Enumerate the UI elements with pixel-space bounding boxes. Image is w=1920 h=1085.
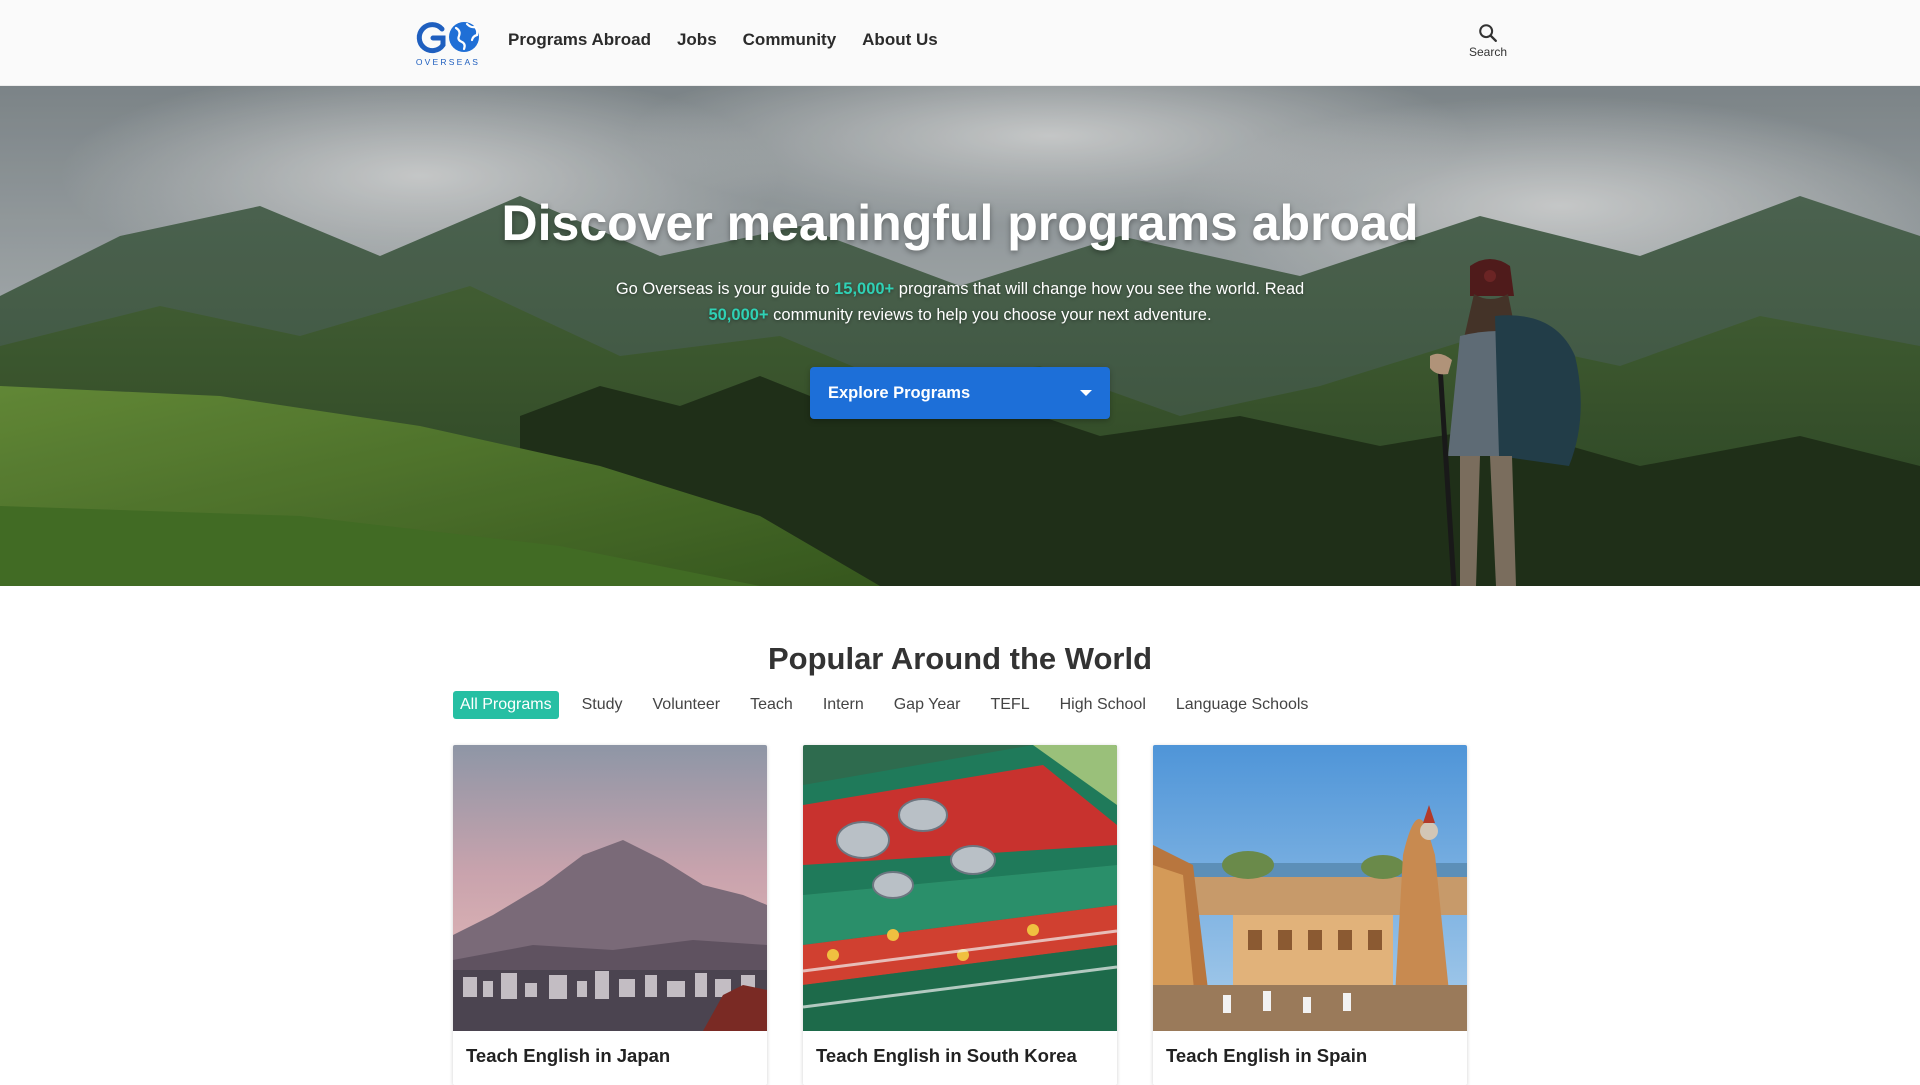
site-header: OVERSEAS Programs Abroad Jobs Community … <box>0 0 1920 86</box>
program-card-japan[interactable]: Teach English in Japan <box>453 745 767 1085</box>
card-title-spain: Teach English in Spain <box>1166 1045 1368 1066</box>
nav-about-us[interactable]: About Us <box>862 30 938 50</box>
hero-background-image <box>0 86 1920 586</box>
spain-park-guell-image <box>1153 745 1467 1031</box>
card-title-japan: Teach English in Japan <box>466 1045 671 1066</box>
tab-intern[interactable]: Intern <box>816 691 871 719</box>
explore-programs-dropdown[interactable]: Explore Programs <box>810 367 1110 419</box>
hero-sub-part1: Go Overseas is your guide to <box>615 280 835 298</box>
tab-language-schools[interactable]: Language Schools <box>1169 691 1316 719</box>
card-title-south-korea: Teach English in South Korea <box>816 1045 1077 1066</box>
korea-temple-image <box>803 745 1117 1031</box>
program-card-spain[interactable]: Teach English in Spain <box>1153 745 1467 1085</box>
tab-tefl[interactable]: TEFL <box>983 691 1036 719</box>
program-type-tabs: All Programs Study Volunteer Teach Inter… <box>453 690 1331 720</box>
go-overseas-logo[interactable]: OVERSEAS <box>412 18 484 68</box>
japan-city-image <box>453 745 767 1031</box>
tab-study[interactable]: Study <box>575 691 630 719</box>
logo-globe-icon: OVERSEAS <box>416 22 480 67</box>
logo-subtext: OVERSEAS <box>416 57 480 67</box>
search-icon <box>1479 24 1497 42</box>
programs-count: 15,000+ <box>834 280 895 298</box>
reviews-count: 50,000+ <box>708 306 769 324</box>
hero-title: Discover meaningful programs abroad <box>501 195 1419 251</box>
hero-banner: Discover meaningful programs abroad Go O… <box>0 86 1920 586</box>
hero-sub-part2: programs that will change how you see th… <box>894 280 1305 298</box>
caret-down-icon <box>1080 390 1092 396</box>
explore-programs-label: Explore Programs <box>828 383 971 402</box>
program-card-south-korea[interactable]: Teach English in South Korea <box>803 745 1117 1085</box>
nav-jobs[interactable]: Jobs <box>677 30 717 50</box>
search-label: Search <box>1468 45 1508 59</box>
hero-sub-part3: community reviews to help you choose you… <box>768 306 1212 324</box>
popular-section-title: Popular Around the World <box>767 641 1153 676</box>
hero-subtitle: Go Overseas is your guide to 15,000+ pro… <box>610 276 1310 328</box>
tab-high-school[interactable]: High School <box>1053 691 1153 719</box>
tab-all-programs[interactable]: All Programs <box>453 691 559 719</box>
search-button[interactable]: Search <box>1462 22 1514 62</box>
main-nav: Programs Abroad Jobs Community About Us <box>508 0 964 80</box>
tab-volunteer[interactable]: Volunteer <box>646 691 728 719</box>
tab-teach[interactable]: Teach <box>743 691 800 719</box>
nav-community[interactable]: Community <box>743 30 837 50</box>
tab-gap-year[interactable]: Gap Year <box>887 691 968 719</box>
nav-programs-abroad[interactable]: Programs Abroad <box>508 30 651 50</box>
